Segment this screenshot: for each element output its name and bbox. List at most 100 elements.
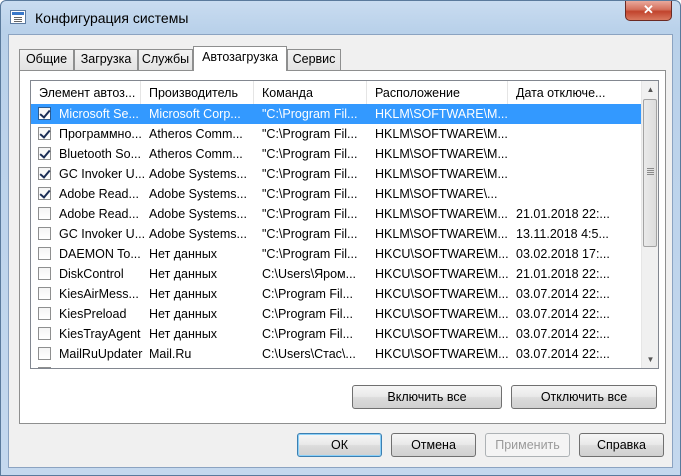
tab-services[interactable]: Службы <box>138 49 193 70</box>
table-row[interactable]: KiesAirMess... Нет данных C:\Program Fil..… <box>31 284 641 304</box>
tab-boot[interactable]: Загрузка <box>74 49 138 70</box>
cell-command: C:\Users\Яром... <box>262 267 357 281</box>
row-checkbox[interactable] <box>38 187 51 200</box>
table-row[interactable]: GC Invoker U... Adobe Systems... "C:\Progr… <box>31 164 641 184</box>
tab-startup[interactable]: Автозагрузка <box>193 46 287 71</box>
cell-location: HKCU\SOFTWARE\M... <box>375 267 509 281</box>
title-bar[interactable]: Конфигурация системы ✕ <box>1 1 680 33</box>
scrollbar-thumb[interactable] <box>643 99 657 247</box>
cell-item-name: KiesTrayAgent <box>59 327 141 341</box>
cell-location: HKLM\SOFTWARE\M... <box>375 107 508 121</box>
cell-command: C:\Users\Стас\... <box>262 347 356 361</box>
cell-date-disabled: 03.07.2014 22:... <box>516 347 610 361</box>
tab-tools[interactable]: Сервис <box>287 49 341 70</box>
cell-item-name: Adobe Read... <box>59 187 139 201</box>
cell-location: HKLM\SOFTWARE\M... <box>375 147 508 161</box>
cancel-button[interactable]: Отмена <box>391 433 476 457</box>
table-row[interactable]: Adobe Read... Adobe Systems... "C:\Program… <box>31 184 641 204</box>
cell-item-name: DAEMON To... <box>59 247 141 261</box>
row-checkbox[interactable] <box>38 287 51 300</box>
table-row[interactable]: Mobile Part...Нет данныхC:\Program Fil..… <box>31 364 641 368</box>
cell-manufacturer: Mail.Ru <box>149 347 192 361</box>
grip-icon <box>647 168 654 169</box>
cell-date-disabled: 03.07.2014 22:... <box>516 307 610 321</box>
cell-item-name: GC Invoker U... <box>59 167 146 181</box>
row-checkbox[interactable] <box>38 207 51 220</box>
cell-date-disabled: 21.01.2018 22:... <box>516 267 610 281</box>
cell-manufacturer: Microsoft Corp... <box>149 107 241 121</box>
table-row[interactable]: Программно... Atheros Comm... "C:\Program … <box>31 124 641 144</box>
enable-all-button[interactable]: Включить все <box>352 385 502 409</box>
system-configuration-window: Конфигурация системы ✕ Общие Загрузка Сл… <box>0 0 681 476</box>
ok-button[interactable]: ОК <box>297 433 382 457</box>
help-button[interactable]: Справка <box>579 433 664 457</box>
row-checkbox[interactable] <box>38 227 51 240</box>
table-row[interactable]: MailRuUpdater Mail.Ru C:\Users\Стас\... HKC… <box>31 344 641 364</box>
cell-date-disabled: 13.11.2018 4:5... <box>516 227 609 241</box>
vertical-scrollbar[interactable]: ▲ ▼ <box>641 81 658 368</box>
cell-manufacturer: Нет данных <box>149 364 259 368</box>
row-checkbox[interactable] <box>38 167 51 180</box>
cell-manufacturer: Нет данных <box>149 287 218 301</box>
cell-date-disabled <box>516 164 636 184</box>
close-button[interactable]: ✕ <box>625 1 672 21</box>
column-header-command[interactable]: Команда <box>254 81 367 104</box>
cell-manufacturer: Adobe Systems... <box>149 167 247 181</box>
row-checkbox[interactable] <box>38 107 51 120</box>
apply-button[interactable]: Применить <box>485 433 570 457</box>
cell-location: HKCU\SOFTWARE\M... <box>375 247 509 261</box>
cell-command: "C:\Program Fil... <box>262 247 358 261</box>
cell-date-disabled <box>516 104 636 124</box>
cell-manufacturer: Нет данных <box>149 307 218 321</box>
cell-manufacturer: Adobe Systems... <box>149 187 247 201</box>
cell-location: HKCU\SOFTWARE\M... <box>375 347 509 361</box>
table-row[interactable]: Microsoft Se... Microsoft Corp... "C:\Prog… <box>31 104 641 124</box>
cell-command: C:\Program Fil... <box>262 364 372 368</box>
cell-command: C:\Program Fil... <box>262 287 353 301</box>
list-rows: Microsoft Se... Microsoft Corp... "C:\Prog… <box>31 104 641 368</box>
cell-date-disabled <box>516 124 636 144</box>
disable-all-button[interactable]: Отключить все <box>511 385 657 409</box>
table-row[interactable]: KiesPreload Нет данных C:\Program Fil... HK… <box>31 304 641 324</box>
cell-manufacturer: Нет данных <box>149 327 218 341</box>
row-checkbox[interactable] <box>38 267 51 280</box>
table-row[interactable]: DiskControl Нет данных C:\Users\Яром... HKC… <box>31 264 641 284</box>
cell-command: "C:\Program Fil... <box>262 227 358 241</box>
scroll-up-arrow-icon[interactable]: ▲ <box>643 81 658 98</box>
cell-location: HKCU\SOFTWARE\M... <box>375 364 513 368</box>
cell-date-disabled: 21.01.2018 22:... <box>516 207 610 221</box>
table-row[interactable]: Bluetooth So... Atheros Comm... "C:\Progra… <box>31 144 641 164</box>
startup-items-list[interactable]: Элемент автоз... Производитель Команда Р… <box>30 80 659 369</box>
cell-date-disabled <box>516 144 636 164</box>
cell-manufacturer: Atheros Comm... <box>149 127 243 141</box>
cell-command: C:\Program Fil... <box>262 327 353 341</box>
row-checkbox[interactable] <box>38 327 51 340</box>
table-row[interactable]: KiesTrayAgent Нет данных C:\Program Fil...… <box>31 324 641 344</box>
cell-item-name: Microsoft Se... <box>59 107 139 121</box>
column-header-location[interactable]: Расположение <box>367 81 508 104</box>
row-checkbox[interactable] <box>38 347 51 360</box>
cell-item-name: KiesPreload <box>59 307 127 321</box>
cell-location: HKCU\SOFTWARE\M... <box>375 287 509 301</box>
row-checkbox[interactable] <box>38 247 51 260</box>
table-row[interactable]: Adobe Read... Adobe Systems... "C:\Program… <box>31 204 641 224</box>
row-checkbox[interactable] <box>38 307 51 320</box>
column-header-item[interactable]: Элемент автоз... <box>31 81 141 104</box>
scroll-down-arrow-icon[interactable]: ▼ <box>643 351 658 368</box>
column-header-date-disabled[interactable]: Дата отключе... <box>508 81 641 104</box>
table-row[interactable]: DAEMON To... Нет данных "C:\Program Fil...… <box>31 244 641 264</box>
row-checkbox[interactable] <box>38 147 51 160</box>
cell-item-name: Программно... <box>59 127 142 141</box>
tab-general[interactable]: Общие <box>19 49 74 70</box>
table-row[interactable]: GC Invoker U... Adobe Systems... "C:\Progr… <box>31 224 641 244</box>
cell-item-name: DiskControl <box>59 267 124 281</box>
list-header: Элемент автоз... Производитель Команда Р… <box>31 81 641 105</box>
cell-item-name: Mobile Part... <box>59 364 147 368</box>
cell-manufacturer: Adobe Systems... <box>149 207 247 221</box>
cell-location: HKLM\SOFTWARE\M... <box>375 207 508 221</box>
row-checkbox[interactable] <box>38 367 51 368</box>
row-checkbox[interactable] <box>38 127 51 140</box>
cell-command: "C:\Program Fil... <box>262 167 358 181</box>
column-header-manufacturer[interactable]: Производитель <box>141 81 254 104</box>
window-title: Конфигурация системы <box>35 10 189 26</box>
